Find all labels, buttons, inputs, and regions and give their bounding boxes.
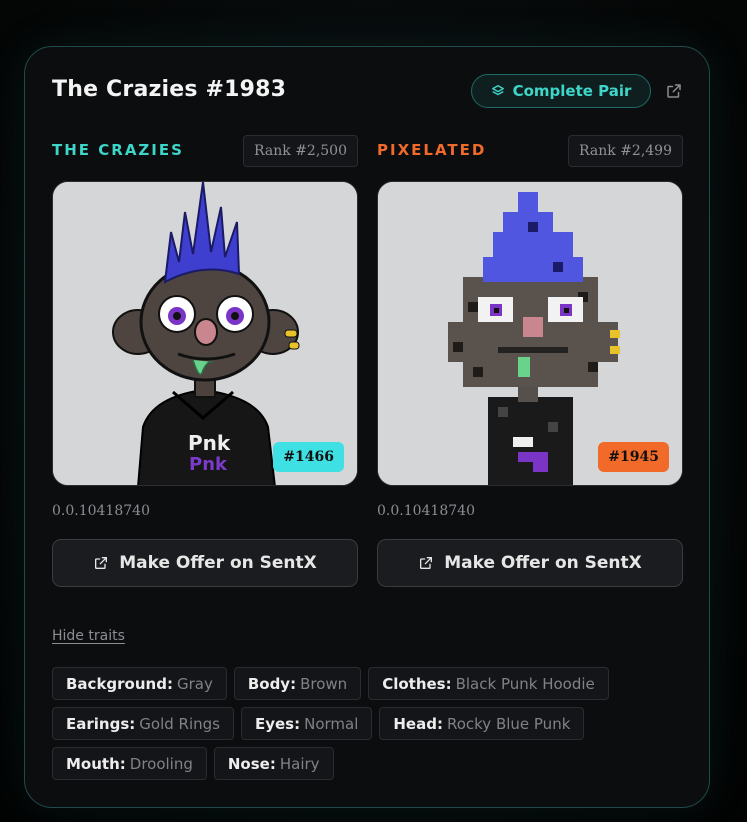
trait-chip: Clothes: Black Punk Hoodie (368, 667, 609, 700)
collection-label: PIXELATED (377, 141, 487, 159)
svg-text:Pnk: Pnk (188, 431, 231, 455)
page-title: The Crazies #1983 (52, 77, 287, 102)
trait-key: Mouth: (66, 754, 126, 773)
trait-chip: Eyes: Normal (240, 707, 373, 740)
svg-text:Pnk: Pnk (189, 454, 228, 475)
trait-key: Body: (247, 674, 297, 693)
crazy-punk-illustration: Pnk Pnk (53, 182, 357, 485)
trait-value: Black Punk Hoodie (455, 674, 595, 693)
traits-list: Background: Gray Body: Brown Clothes: Black… (52, 667, 612, 780)
layers-icon (491, 85, 504, 96)
rank-badge: Rank #2,500 (243, 135, 358, 167)
trait-value: Normal (304, 714, 359, 733)
trait-chip: Nose: Hairy (213, 747, 334, 780)
trait-chip: Body: Brown (233, 667, 362, 700)
trait-key: Background: (66, 674, 173, 693)
token-id: 0.0.10418740 (52, 503, 150, 519)
nft-image[interactable]: Pnk Pnk #1466 (52, 181, 358, 486)
make-offer-label: Make Offer on SentX (119, 553, 317, 573)
trait-value: Hairy (279, 754, 320, 773)
trait-chip: Earings: Gold Rings (52, 707, 234, 740)
make-offer-button[interactable]: Make Offer on SentX (377, 539, 683, 587)
trait-chip: Head: Rocky Blue Punk (379, 707, 585, 740)
trait-value: Brown (300, 674, 348, 693)
trait-value: Gray (176, 674, 213, 693)
rank-badge: Rank #2,499 (568, 135, 683, 167)
trait-key: Eyes: (254, 714, 301, 733)
trait-value: Drooling (129, 754, 193, 773)
nft-image[interactable]: #1945 (377, 181, 683, 486)
trait-value: Gold Rings (139, 714, 220, 733)
pixel-punk-illustration (378, 182, 682, 485)
trait-key: Head: (393, 714, 443, 733)
hide-traits-link[interactable]: Hide traits (52, 628, 125, 644)
trait-key: Earings: (66, 714, 136, 733)
external-link-icon[interactable] (665, 82, 683, 100)
trait-value: Rocky Blue Punk (446, 714, 571, 733)
complete-pair-label: Complete Pair (512, 82, 632, 100)
complete-pair-button[interactable]: Complete Pair (471, 74, 651, 108)
trait-key: Nose: (227, 754, 276, 773)
token-id: 0.0.10418740 (377, 503, 475, 519)
collection-label: THE CRAZIES (52, 141, 184, 159)
trait-key: Clothes: (382, 674, 452, 693)
trait-chip: Background: Gray (52, 667, 227, 700)
external-link-icon (95, 557, 108, 569)
make-offer-label: Make Offer on SentX (444, 553, 642, 573)
make-offer-button[interactable]: Make Offer on SentX (52, 539, 358, 587)
external-link-icon (420, 557, 433, 569)
token-number-badge: #1466 (273, 442, 344, 472)
nft-pair-card: The Crazies #1983 Complete Pair THE CRAZ… (24, 46, 710, 808)
token-number-badge: #1945 (598, 442, 669, 472)
trait-chip: Mouth: Drooling (52, 747, 207, 780)
